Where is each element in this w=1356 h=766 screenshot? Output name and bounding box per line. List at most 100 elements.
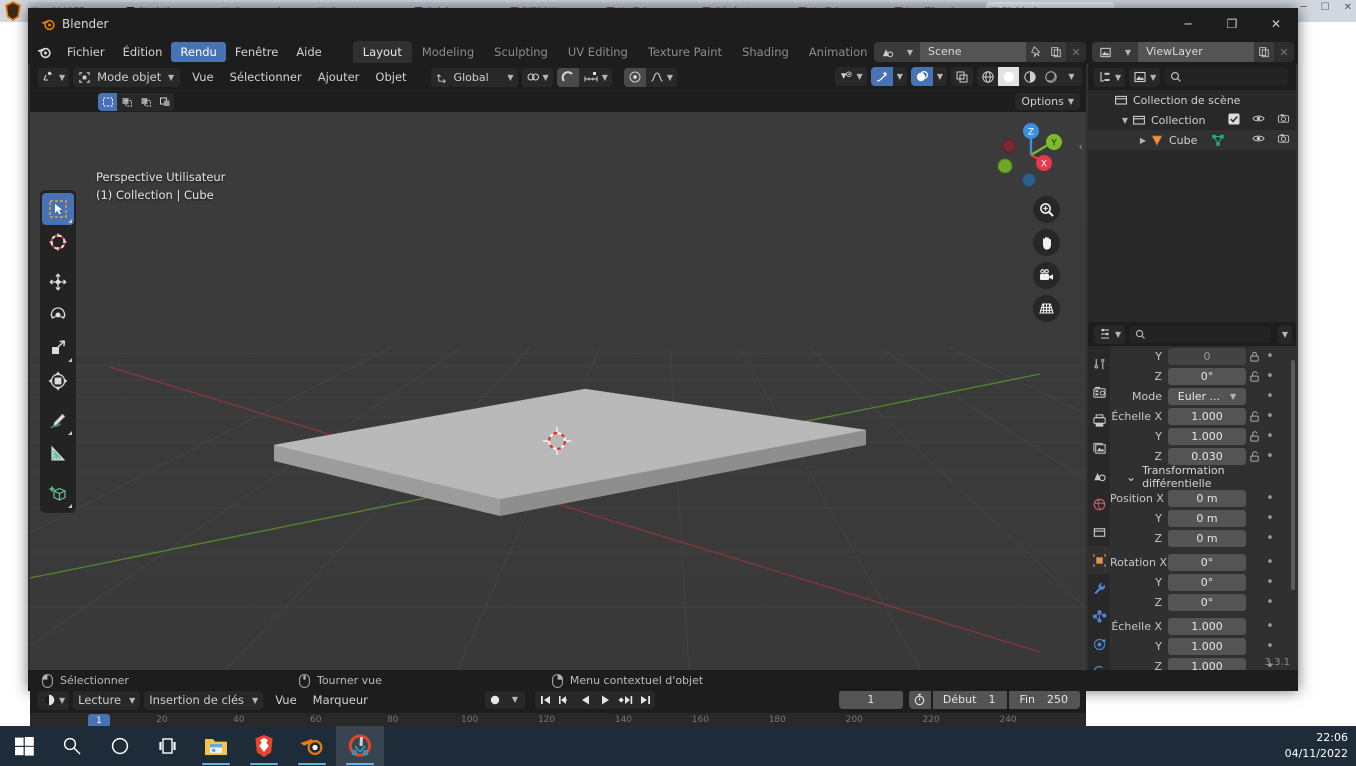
render-camera-icon[interactable] <box>1277 112 1290 128</box>
visibility-eye-icon[interactable] <box>1252 132 1265 148</box>
property-value-field[interactable]: 0° <box>1168 368 1246 385</box>
viewport-menu-slectionner[interactable]: Sélectionner <box>222 68 310 86</box>
outliner-search-input[interactable] <box>1164 68 1288 86</box>
overlays-dropdown-caret[interactable]: ▼ <box>933 67 947 86</box>
snap-increment-icon[interactable]: ▼ <box>579 68 612 87</box>
workspace-tab-animation[interactable]: Animation <box>799 41 878 63</box>
snipping-tool-button[interactable] <box>336 726 384 766</box>
outliner-row[interactable]: ▼Collection <box>1088 110 1296 130</box>
blender-button[interactable] <box>288 726 336 766</box>
outliner-row[interactable]: ▶Cube <box>1088 130 1296 150</box>
transform-tool[interactable] <box>42 365 74 397</box>
object-types-visibility-icon[interactable]: ▼ <box>835 67 867 86</box>
property-value-field[interactable]: 0 <box>1168 348 1246 365</box>
animate-property-dot[interactable]: • <box>1262 389 1278 404</box>
grid-perspective-icon[interactable] <box>1033 295 1060 322</box>
snap-magnet-toggle[interactable] <box>557 68 579 87</box>
property-value-field[interactable]: 0 m <box>1168 490 1246 507</box>
keying-menu[interactable]: Insertion de clés ▼ <box>144 691 263 710</box>
viewport-menu-objet[interactable]: Objet <box>367 68 414 86</box>
properties-filter-caret[interactable]: ▼ <box>1278 325 1292 344</box>
workspace-tab-texturepaint[interactable]: Texture Paint <box>638 41 732 63</box>
navigation-gizmo[interactable]: Z Y X <box>996 120 1066 190</box>
rendered-shading-button[interactable] <box>1040 67 1061 86</box>
frame-end-field[interactable]: Fin 250 <box>1009 690 1080 709</box>
select-intersect-icon[interactable] <box>155 93 174 111</box>
physics-tab[interactable] <box>1088 630 1110 658</box>
render-camera-icon[interactable] <box>1277 132 1290 148</box>
menu-rendu[interactable]: Rendu <box>171 42 225 62</box>
menu-fichier[interactable]: Fichier <box>58 42 114 62</box>
zoom-magnifier-icon[interactable] <box>1033 196 1060 223</box>
world-tab[interactable] <box>1088 490 1110 518</box>
pin-icon[interactable] <box>1026 42 1046 62</box>
scene-tab[interactable] <box>1088 462 1110 490</box>
collection-checkbox[interactable] <box>1228 113 1240 128</box>
hand-icon[interactable] <box>1033 229 1060 256</box>
menu-dition[interactable]: Édition <box>114 42 172 62</box>
browser-window-controls[interactable]: ─ ☐ ✕ <box>1301 2 1352 13</box>
animate-property-dot[interactable]: • <box>1262 575 1278 590</box>
move-tool[interactable] <box>42 266 74 298</box>
shading-dropdown-caret[interactable]: ▼ <box>1061 67 1082 86</box>
camera-icon[interactable] <box>1033 262 1060 289</box>
play-icon[interactable] <box>595 690 615 709</box>
jump-to-end-icon[interactable] <box>635 690 655 709</box>
brave-browser-button[interactable] <box>240 726 288 766</box>
task-view-button[interactable] <box>144 726 192 766</box>
workspace-tab-sculpting[interactable]: Sculpting <box>484 41 558 63</box>
collection-tab[interactable] <box>1088 518 1110 546</box>
viewport-menu-vue[interactable]: Vue <box>184 68 221 86</box>
interaction-mode-selector[interactable]: Mode objet ▼ <box>73 68 180 87</box>
timeline-editor-type-selector[interactable]: ▼ <box>38 691 69 710</box>
property-value-field[interactable]: 0° <box>1168 594 1246 611</box>
minimize-button[interactable]: ─ <box>1166 8 1210 40</box>
lock-open-icon[interactable] <box>1246 410 1262 423</box>
animate-property-dot[interactable]: • <box>1262 555 1278 570</box>
frame-start-field[interactable]: Début 1 <box>933 690 1008 709</box>
record-icon[interactable] <box>485 690 505 709</box>
lock-closed-icon[interactable] <box>1246 350 1262 363</box>
scene-name[interactable]: Scene <box>920 42 1026 62</box>
jump-to-start-icon[interactable] <box>535 690 555 709</box>
animate-property-dot[interactable]: • <box>1262 595 1278 610</box>
select-subtract-icon[interactable] <box>136 93 155 111</box>
select-extend-icon[interactable] <box>117 93 136 111</box>
record-dropdown-caret[interactable]: ▼ <box>505 690 525 709</box>
remove-viewlayer-button[interactable]: ✕ <box>1274 42 1294 62</box>
disclosure-triangle-icon[interactable]: ▶ <box>1136 136 1150 145</box>
property-value-field[interactable]: Euler ...▼ <box>1168 388 1246 405</box>
render-tab[interactable] <box>1088 378 1110 406</box>
cortana-button[interactable] <box>96 726 144 766</box>
animate-property-dot[interactable]: • <box>1262 511 1278 526</box>
property-value-field[interactable]: 1.000 <box>1168 618 1246 635</box>
gizmo-dropdown-caret[interactable]: ▼ <box>893 67 907 86</box>
properties-search-input[interactable] <box>1129 326 1270 343</box>
menu-fentre[interactable]: Fenêtre <box>226 42 287 62</box>
current-frame-field[interactable]: 1 <box>839 690 903 709</box>
scale-tool[interactable] <box>42 332 74 364</box>
cursor-tool[interactable] <box>42 226 74 258</box>
material-preview-shading-button[interactable] <box>1019 67 1040 86</box>
stopwatch-icon[interactable] <box>909 690 931 709</box>
editor-type-selector[interactable]: ▼ <box>38 68 69 87</box>
maximize-button[interactable]: ❐ <box>1210 8 1254 40</box>
overlays-toggle[interactable] <box>911 67 933 86</box>
workspace-tab-modeling[interactable]: Modeling <box>412 41 484 63</box>
workspace-tab-uvediting[interactable]: UV Editing <box>558 41 638 63</box>
animate-property-dot[interactable]: • <box>1262 491 1278 506</box>
browser-close-icon[interactable]: ✕ <box>1344 2 1352 13</box>
delta-transform-section-header[interactable]: ⌄ Transformation différentielle <box>1110 466 1296 488</box>
property-value-field[interactable]: 1.000 <box>1168 638 1246 655</box>
mesh-triangle-icon[interactable] <box>1211 133 1225 147</box>
viewport-options-button[interactable]: Options ▼ <box>1015 93 1080 110</box>
animate-property-dot[interactable]: • <box>1262 449 1278 464</box>
outliner-filter-selector[interactable]: ▼ <box>1129 68 1160 87</box>
outliner-row[interactable]: Collection de scène <box>1088 90 1296 110</box>
solid-shading-button[interactable] <box>998 67 1019 86</box>
browser-maximize-icon[interactable]: ☐ <box>1321 2 1330 13</box>
lock-open-icon[interactable] <box>1246 370 1262 383</box>
close-button[interactable]: ✕ <box>1254 8 1298 40</box>
rotate-tool[interactable] <box>42 299 74 331</box>
unlink-scene-button[interactable]: ✕ <box>1066 42 1086 62</box>
